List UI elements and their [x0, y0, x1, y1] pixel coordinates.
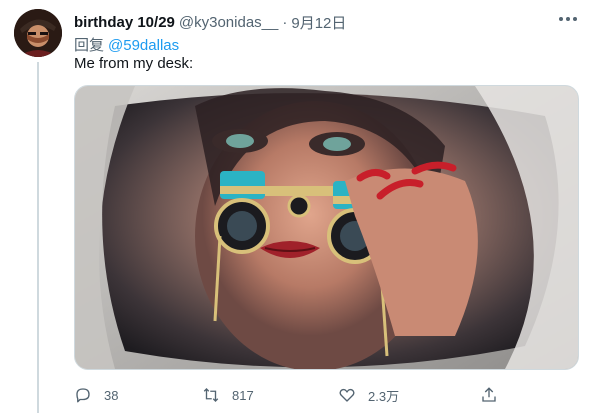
tweet-header: birthday 10/29 @ky3onidas__ · 9月12日 — [74, 12, 574, 32]
retweet-icon — [203, 388, 219, 402]
more-horizontal-icon — [559, 17, 577, 21]
reply-icon — [76, 388, 90, 403]
avatar[interactable] — [14, 9, 62, 57]
more-options-button[interactable] — [553, 8, 583, 30]
user-handle[interactable]: @ky3onidas__ — [179, 14, 278, 31]
reply-mention-link[interactable]: @59dallas — [108, 37, 179, 54]
reply-button[interactable]: 38 — [74, 382, 118, 408]
like-button[interactable]: 2.3万 — [338, 382, 399, 408]
share-icon — [482, 387, 496, 402]
tweet-actions: 38 817 2.3万 — [74, 382, 504, 408]
reply-prefix: 回复 — [74, 37, 105, 54]
reply-context: 回复 @59dallas — [74, 34, 179, 55]
tweet-date[interactable]: 9月12日 — [291, 12, 346, 33]
retweet-count: 817 — [232, 387, 254, 403]
tweet-text: Me from my desk: — [74, 55, 194, 72]
display-name[interactable]: birthday 10/29 — [74, 14, 175, 31]
tweet[interactable]: birthday 10/29 @ky3onidas__ · 9月12日 回复 @5… — [0, 0, 595, 413]
like-count: 2.3万 — [368, 388, 400, 404]
heart-icon — [339, 388, 355, 402]
reply-count: 38 — [104, 387, 119, 403]
avatar-image — [14, 9, 62, 57]
share-button[interactable] — [480, 382, 498, 408]
thread-line — [37, 62, 39, 413]
retweet-button[interactable]: 817 — [202, 382, 254, 408]
tweet-media-photo[interactable] — [74, 85, 579, 370]
photo-image — [75, 86, 578, 369]
separator-dot: · — [282, 13, 288, 31]
